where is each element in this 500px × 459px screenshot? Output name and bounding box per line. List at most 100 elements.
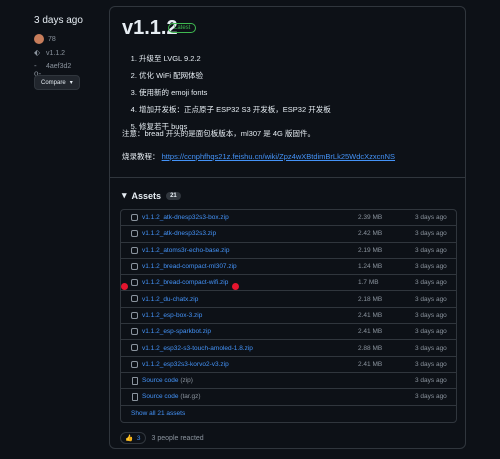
commit-icon: -o- [34,61,42,78]
asset-age: 3 days ago [415,246,447,254]
source-ext: (tar.gz) [180,393,201,401]
thumbs-up-icon: 👍 [125,435,134,442]
annotation-marker [121,283,128,290]
asset-age: 3 days ago [415,311,447,319]
asset-size: 1.7 MB [358,279,379,287]
compare-label: Compare [41,79,66,86]
asset-name[interactable]: v1.1.2_atk-dnesp32s3-box.zip [142,214,229,221]
asset-name[interactable]: v1.1.2_bread-compact-wifi.zip [142,279,228,286]
author-row[interactable]: 78 [34,34,114,44]
tag-name[interactable]: v1.1.2 [46,50,65,57]
asset-size: 2.42 MB [358,230,383,238]
asset-row[interactable]: v1.1.2_du-chatx.zip 2.18 MB 3 days ago [121,291,456,308]
asset-row[interactable]: v1.1.2_esp-box-3.zip 2.41 MB 3 days ago [121,308,456,325]
assets-toggle[interactable]: ▾ Assets 21 [122,190,181,201]
asset-age: 3 days ago [415,214,447,222]
package-icon [131,344,138,352]
asset-size: 2.88 MB [358,344,383,352]
flash-link[interactable]: https://ccnphfhqs21z.feishu.cn/wiki/Zpz4… [162,152,395,161]
firmware-note: 注意：bread 开头的是面包板版本，ml307 是 4G 版固件。 [122,129,315,138]
asset-row[interactable]: v1.1.2_esp32s3-korvo2-v3.zip 2.41 MB 3 d… [121,357,456,373]
author-name[interactable]: 78 [48,36,56,43]
chevron-down-icon: ▾ [69,80,73,86]
asset-name[interactable]: v1.1.2_bread-compact-ml307.zip [142,263,237,270]
package-icon [131,262,138,270]
asset-age: 3 days ago [415,295,447,303]
asset-size: 2.41 MB [358,311,383,319]
tag-row[interactable]: ⬖ v1.1.2 [34,49,114,57]
reaction-count: 3 [136,435,141,442]
source-label: Source code [142,377,179,385]
package-icon [131,230,138,238]
asset-name[interactable]: v1.1.2_esp-box-3.zip [142,312,202,319]
package-icon [131,214,138,221]
source-label: Source code [142,393,179,401]
triangle-down-icon: ▾ [122,190,127,200]
asset-age: 3 days ago [415,360,447,368]
asset-row[interactable]: v1.1.2_atoms3r-echo-base.zip 2.19 MB 3 d… [121,243,456,259]
note-item: 使用新的 emoji fonts [139,87,453,98]
commit-hash[interactable]: 4aef3d2 [46,63,71,70]
note-item: 增加开发板：正点原子 ESP32 S3 开发板，ESP32 开发板 [139,104,453,115]
tag-icon: ⬖ [34,48,41,57]
avatar[interactable] [34,34,44,44]
release-notes: 升级至 LVGL 9.2.2 优化 WiFi 配网体验 使用新的 emoji f… [128,53,453,138]
package-icon [131,279,138,287]
reaction-summary: 3 people reacted [151,434,204,442]
assets-list: v1.1.2_atk-dnesp32s3-box.zip 2.39 MB 3 d… [120,209,457,423]
divider [110,177,465,178]
assets-heading: Assets [131,190,162,201]
source-row[interactable]: Source code (tar.gz) 3 days ago [121,389,456,406]
asset-size: 2.41 MB [358,328,383,336]
source-row[interactable]: Source code (zip) 3 days ago [121,373,456,390]
asset-age: 3 days ago [415,230,447,238]
asset-size: 2.19 MB [358,246,383,254]
package-icon [131,328,138,336]
thumbs-up-reaction[interactable]: 👍 3 [120,432,146,444]
package-icon [131,311,138,319]
asset-name[interactable]: v1.1.2_esp32s3-korvo2-v3.zip [142,361,229,368]
package-icon [131,295,138,303]
asset-age: 3 days ago [415,393,447,401]
asset-row[interactable]: v1.1.2_esp32-s3-touch-amoled-1.8.zip 2.8… [121,340,456,357]
source-link[interactable]: Source code (zip) [142,377,193,384]
asset-name[interactable]: v1.1.2_esp-sparkbot.zip [142,328,211,335]
asset-name[interactable]: v1.1.2_du-chatx.zip [142,296,198,303]
asset-size: 2.41 MB [358,360,383,368]
asset-name[interactable]: v1.1.2_atoms3r-echo-base.zip [142,247,229,254]
asset-size: 2.39 MB [358,214,383,222]
assets-count: 21 [166,191,181,200]
asset-size: 1.24 MB [358,263,383,271]
compare-button[interactable]: Compare ▾ [34,75,80,90]
asset-age: 3 days ago [415,263,447,271]
release-sidebar: 3 days ago 78 ⬖ v1.1.2 -o- 4aef3d2 Compa… [34,15,114,90]
asset-size: 2.18 MB [358,295,383,303]
flash-tutorial: 烧录教程： https://ccnphfhqs21z.feishu.cn/wik… [122,151,462,162]
file-zip-icon [132,393,138,402]
release-date: 3 days ago [34,15,83,26]
asset-age: 3 days ago [415,377,447,385]
asset-name[interactable]: v1.1.2_atk-dnesp32s3.zip [142,230,216,237]
latest-badge: Latest [168,23,197,33]
package-icon [131,360,138,368]
file-zip-icon [132,376,138,385]
note-item: 升级至 LVGL 9.2.2 [139,53,453,64]
asset-age: 3 days ago [415,344,447,352]
flash-label: 烧录教程： [122,152,160,161]
asset-row[interactable]: v1.1.2_atk-dnesp32s3-box.zip 2.39 MB 3 d… [121,210,456,227]
asset-row[interactable]: v1.1.2_bread-compact-wifi.zip 1.7 MB 3 d… [121,275,456,292]
asset-row[interactable]: v1.1.2_esp-sparkbot.zip 2.41 MB 3 days a… [121,324,456,341]
asset-age: 3 days ago [415,279,447,287]
note-item: 优化 WiFi 配网体验 [139,70,453,81]
annotation-marker [232,283,239,290]
release-card: v1.1.2 Latest 升级至 LVGL 9.2.2 优化 WiFi 配网体… [109,6,466,449]
source-ext: (zip) [180,377,193,385]
asset-row[interactable]: v1.1.2_bread-compact-ml307.zip 1.24 MB 3… [121,259,456,276]
show-all-assets-link[interactable]: Show all 21 assets [121,406,456,422]
commit-row[interactable]: -o- 4aef3d2 [34,61,114,78]
source-link[interactable]: Source code (tar.gz) [142,393,201,400]
asset-row[interactable]: v1.1.2_atk-dnesp32s3.zip 2.42 MB 3 days … [121,226,456,243]
reactions: 👍 3 3 people reacted [120,432,204,444]
package-icon [131,246,138,254]
asset-name[interactable]: v1.1.2_esp32-s3-touch-amoled-1.8.zip [142,345,253,352]
